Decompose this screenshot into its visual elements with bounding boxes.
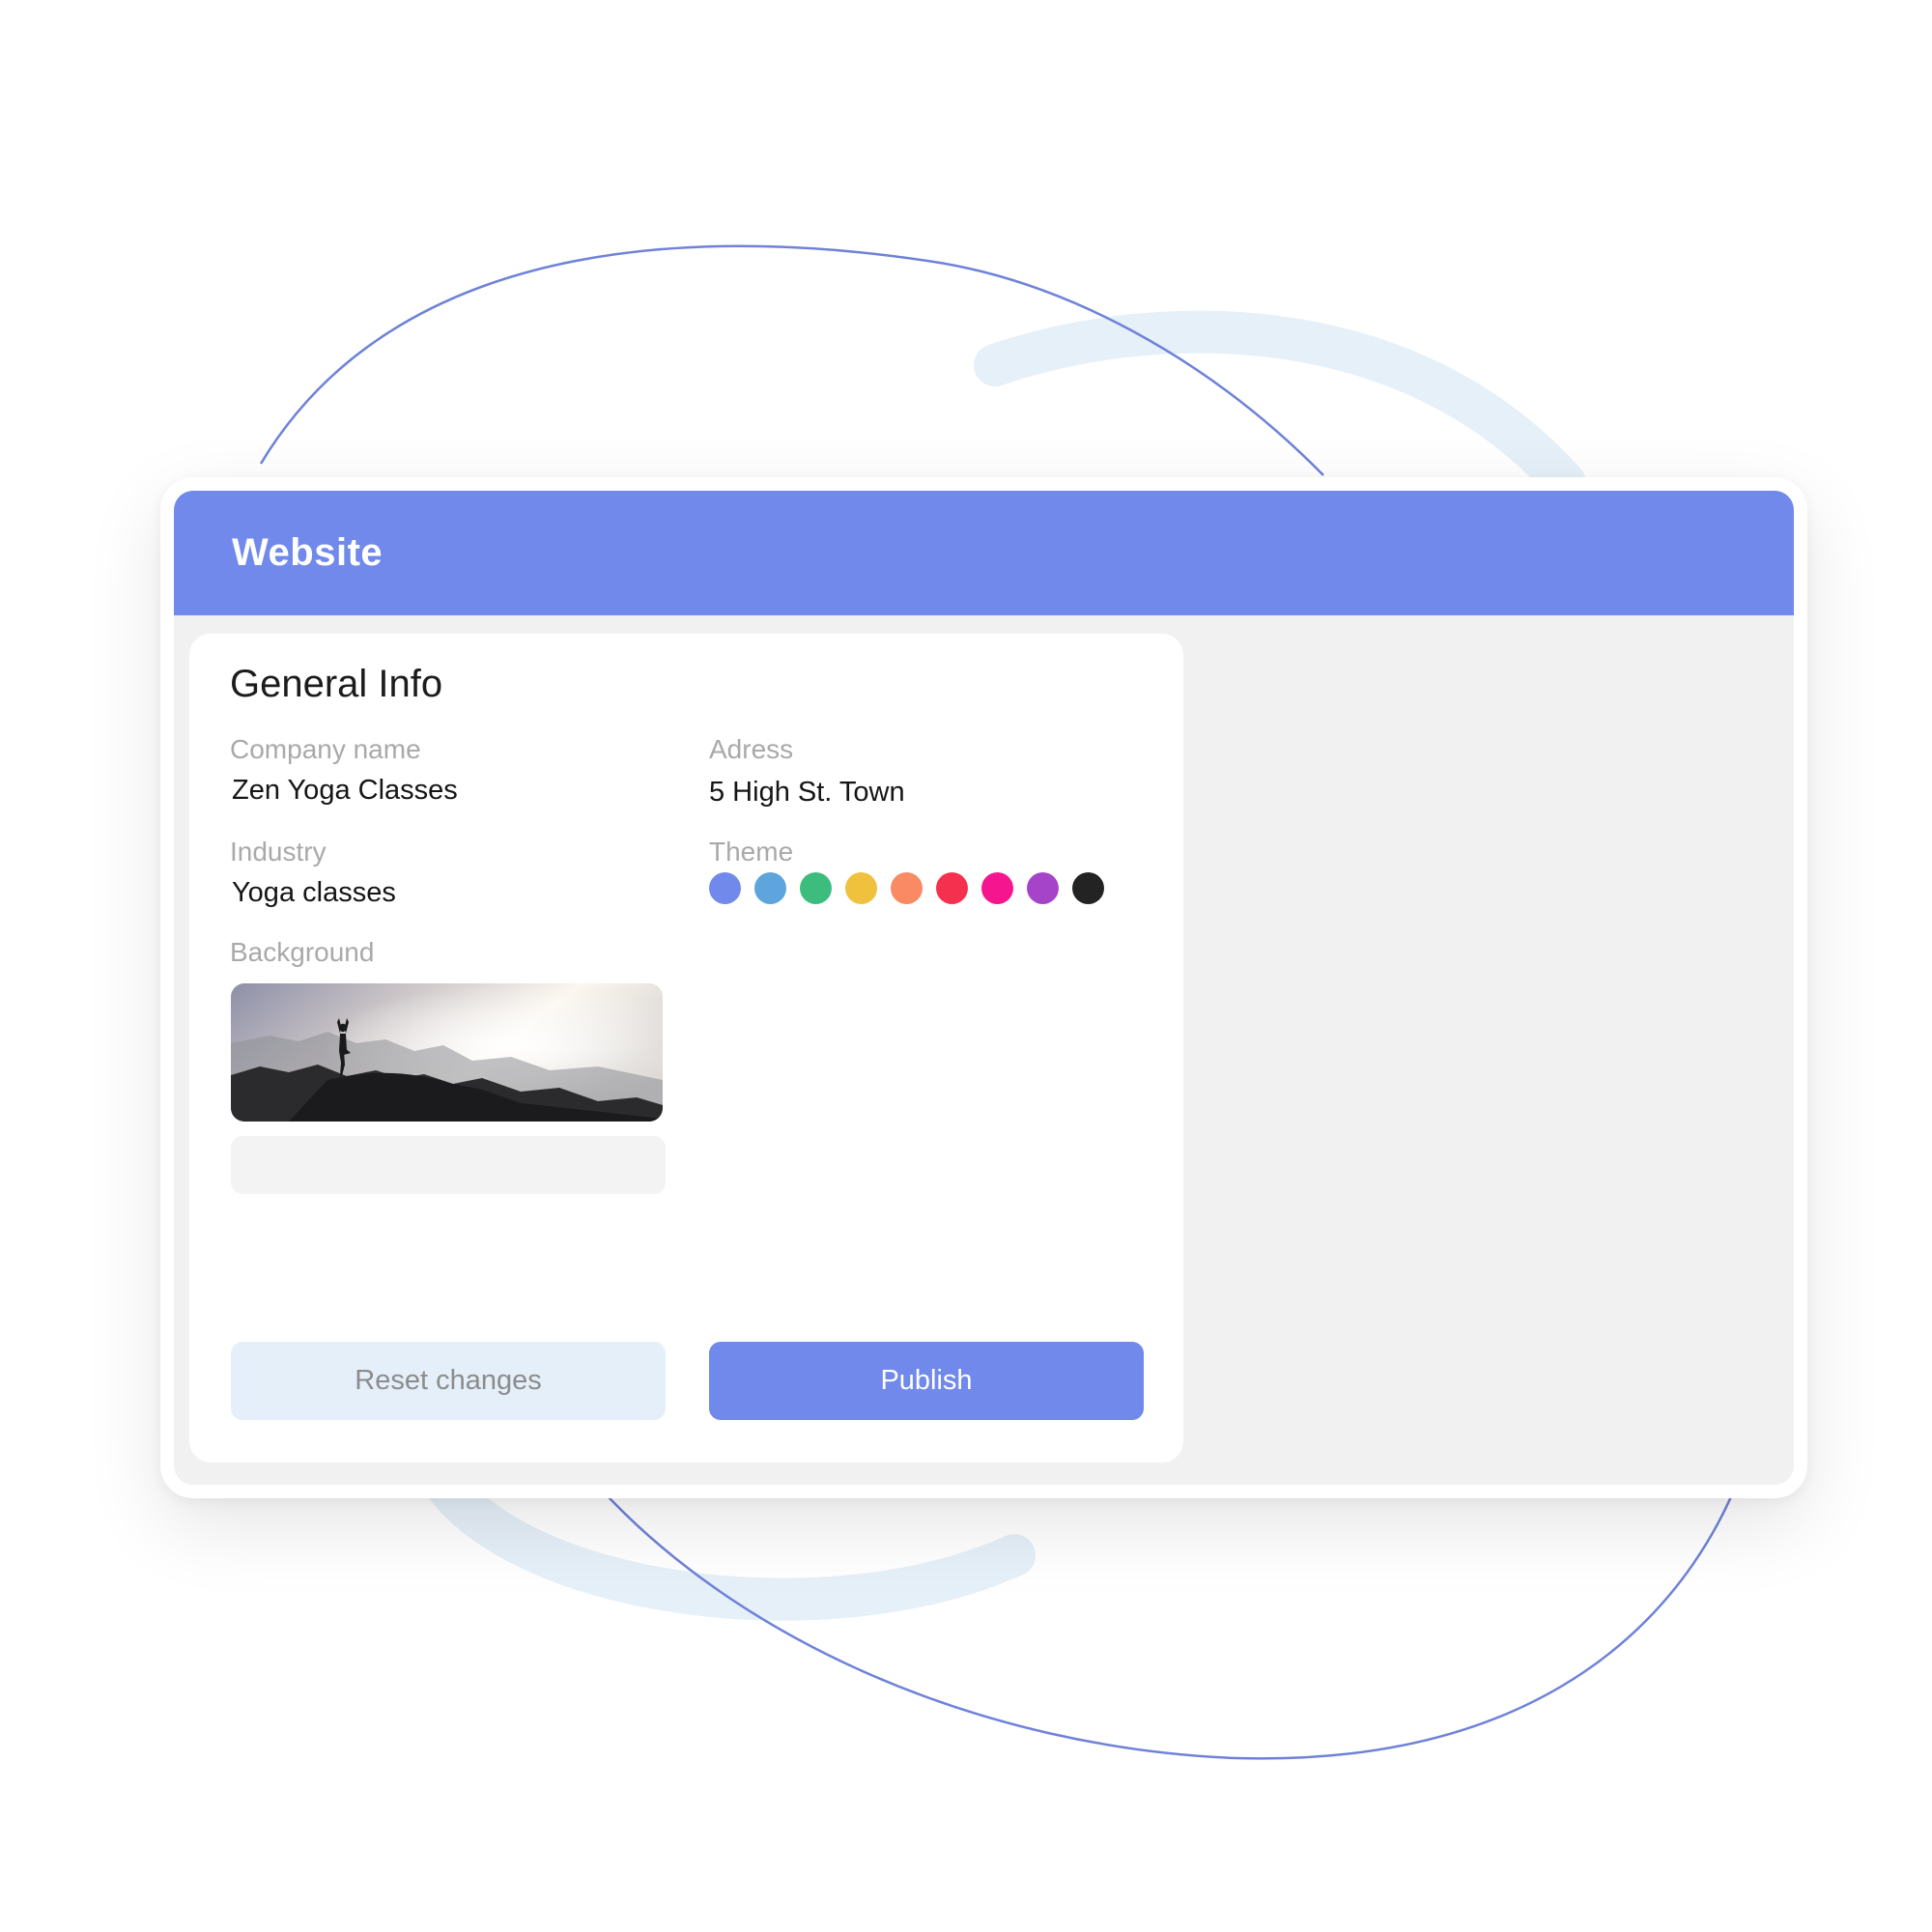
decor-light-arc-top	[974, 310, 1586, 504]
theme-color-swatch[interactable]	[891, 872, 923, 904]
theme-color-swatch[interactable]	[936, 872, 968, 904]
publish-button[interactable]: Publish	[709, 1342, 1144, 1420]
general-info-card: General Info Company name Zen Yoga Class…	[189, 634, 1183, 1463]
card-title: General Info	[230, 663, 443, 705]
background-image-thumbnail[interactable]	[231, 983, 663, 1122]
background-label: Background	[230, 937, 375, 967]
window-title: Website	[232, 531, 384, 574]
industry-value[interactable]: Yoga classes	[232, 877, 396, 909]
address-label: Adress	[709, 734, 794, 764]
theme-color-picker	[709, 872, 1104, 904]
reset-changes-button[interactable]: Reset changes	[231, 1342, 666, 1420]
yoga-silhouette-image	[231, 983, 663, 1122]
website-settings-window: Website General Info Company name Zen Yo…	[160, 477, 1807, 1498]
window-header: Website	[174, 491, 1794, 615]
theme-color-swatch[interactable]	[845, 872, 877, 904]
theme-color-swatch[interactable]	[1072, 872, 1104, 904]
theme-color-swatch[interactable]	[754, 872, 786, 904]
company-name-value[interactable]: Zen Yoga Classes	[232, 775, 458, 807]
theme-color-swatch[interactable]	[1027, 872, 1059, 904]
stage: Website General Info Company name Zen Yo…	[0, 0, 1932, 1932]
address-value[interactable]: 5 High St. Town	[709, 777, 905, 809]
background-filename-field[interactable]	[231, 1136, 666, 1194]
theme-color-swatch[interactable]	[800, 872, 832, 904]
theme-color-swatch[interactable]	[981, 872, 1013, 904]
theme-label: Theme	[709, 837, 794, 867]
industry-label: Industry	[230, 837, 327, 867]
theme-color-swatch[interactable]	[709, 872, 741, 904]
company-name-label: Company name	[230, 734, 421, 764]
